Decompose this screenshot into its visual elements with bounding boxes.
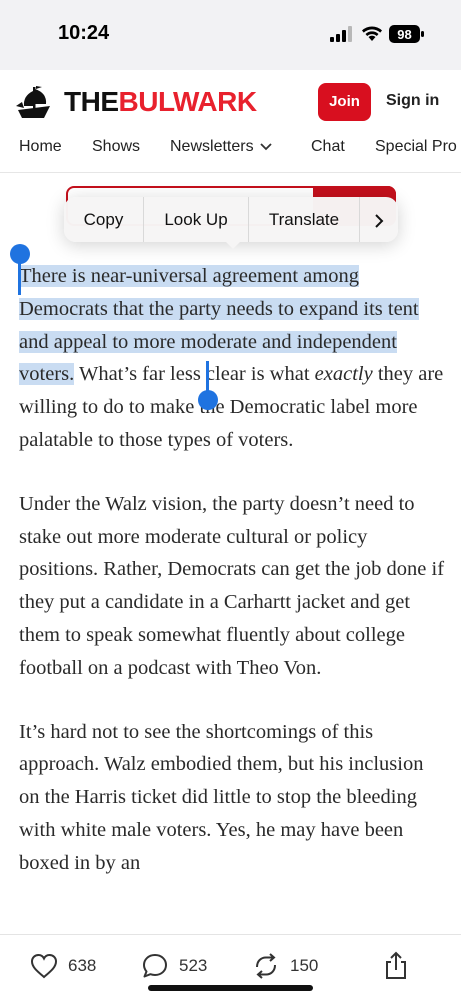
nav-item-special-projects[interactable]: Special Pro (375, 138, 457, 156)
selection-start-handle[interactable] (10, 244, 30, 264)
look-up-menu-item[interactable]: Look Up (144, 197, 249, 242)
wordmark-bulwark: BULWARK (118, 86, 258, 117)
paragraph-1-italic: exactly (314, 363, 373, 386)
like-count: 638 (68, 956, 97, 975)
nav-divider (0, 172, 461, 173)
chevron-right-icon (375, 213, 384, 228)
selection-end-handle[interactable] (198, 390, 218, 410)
nav-item-shows[interactable]: Shows (92, 138, 140, 156)
more-menu-button[interactable] (360, 197, 398, 242)
nav-item-newsletters[interactable]: Newsletters (170, 138, 272, 156)
bulwark-ship-logo-icon[interactable] (14, 84, 54, 122)
menu-pointer (224, 240, 242, 249)
article-paragraph-3: It’s hard not to see the shortcomings of… (19, 720, 424, 874)
status-bar: 10:24 98 (0, 0, 461, 70)
nav-item-chat[interactable]: Chat (311, 138, 345, 156)
join-button[interactable]: Join (318, 83, 371, 121)
battery-icon: 98 (389, 25, 424, 43)
cellular-signal-icon (330, 26, 352, 42)
restack-count: 150 (290, 956, 319, 975)
share-icon (386, 951, 406, 979)
battery-level: 98 (397, 27, 411, 42)
heart-icon (30, 953, 58, 979)
paragraph-1-text-a: What’s far less clear is what (74, 363, 315, 386)
nav-item-home[interactable]: Home (19, 138, 62, 156)
comment-icon (143, 954, 167, 978)
like-button[interactable]: 638 (30, 950, 96, 982)
chevron-down-icon (259, 143, 272, 151)
article-paragraph-1: There is near-universal agreement among … (19, 260, 449, 457)
text-selection-menu: Copy Look Up Translate (64, 197, 398, 242)
bulwark-wordmark[interactable]: THEBULWARK (64, 86, 257, 118)
selection-start-handle-bar[interactable] (18, 262, 21, 295)
wordmark-the: THE (64, 86, 119, 117)
wifi-icon (362, 26, 382, 41)
comment-button[interactable]: 523 (141, 950, 207, 982)
home-indicator[interactable] (148, 985, 313, 991)
restack-button[interactable]: 150 (252, 950, 318, 982)
translate-menu-item[interactable]: Translate (249, 197, 360, 242)
article-body: There is near-universal agreement among … (19, 260, 449, 911)
share-button[interactable] (382, 950, 420, 982)
status-time: 10:24 (58, 22, 110, 44)
copy-menu-item[interactable]: Copy (64, 197, 144, 242)
article-paragraph-2: Under the Walz vision, the party doesn’t… (19, 492, 445, 679)
restack-icon (256, 953, 276, 979)
nav-item-newsletters-label: Newsletters (170, 138, 254, 155)
section-nav: Home Shows Newsletters Chat Special Pro (0, 130, 461, 170)
sign-in-link[interactable]: Sign in (386, 92, 439, 110)
comment-count: 523 (179, 956, 208, 975)
